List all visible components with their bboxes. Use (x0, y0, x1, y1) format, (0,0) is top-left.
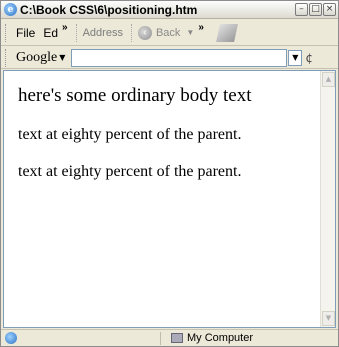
toolbar-grip[interactable] (5, 48, 8, 67)
toolbar-overflow-chevron-icon[interactable]: » (198, 22, 204, 33)
window-title: C:\Book CSS\6\positioning.htm (20, 2, 198, 17)
page-body: here's some ordinary body text text at e… (4, 71, 320, 327)
back-arrow-icon[interactable]: ‹ (137, 25, 152, 40)
menu-file[interactable]: File (16, 26, 35, 40)
ie-icon: e (4, 3, 17, 16)
google-search-input[interactable] (71, 48, 288, 67)
security-zone: My Computer (171, 332, 253, 344)
scroll-down-icon[interactable]: ▼ (322, 311, 335, 326)
page-viewport: here's some ordinary body text text at e… (3, 70, 336, 328)
google-menu-button[interactable]: Google (16, 50, 57, 66)
toolbar-separator (130, 23, 132, 42)
scroll-up-icon[interactable]: ▲ (322, 72, 335, 87)
close-button[interactable]: × (323, 3, 336, 16)
menu-edit[interactable]: Ed (43, 26, 58, 40)
search-history-dropdown-icon[interactable]: ▼ (288, 49, 303, 66)
google-toolbar: Google ▼ ▼ ¢ (1, 47, 338, 69)
search-go-icon[interactable]: ¢ (305, 51, 313, 65)
eighty-percent-text: text at eighty percent of the parent. (18, 163, 242, 180)
back-dropdown-icon[interactable]: ▼ (186, 28, 194, 37)
toolbar-separator (75, 23, 77, 42)
title-bar[interactable]: e C:\Book CSS\6\positioning.htm – □ × (1, 1, 338, 19)
status-bar: My Computer (1, 329, 338, 346)
status-separator (160, 331, 161, 345)
address-label[interactable]: Address (83, 27, 123, 39)
zone-label: My Computer (187, 332, 254, 344)
toolbar-grip[interactable] (5, 23, 8, 42)
browser-window: e C:\Book CSS\6\positioning.htm – □ × Fi… (0, 0, 339, 347)
eighty-percent-text: text at eighty percent of the parent. (18, 126, 242, 143)
back-button[interactable]: Back (156, 27, 180, 39)
windows-flag-icon (215, 23, 238, 42)
computer-icon (171, 333, 183, 343)
body-text-line: here's some ordinary body text (18, 85, 252, 106)
google-dropdown-icon[interactable]: ▼ (59, 53, 65, 62)
maximize-button[interactable]: □ (309, 3, 322, 16)
menu-overflow-chevron-icon[interactable]: » (62, 22, 68, 33)
vertical-scrollbar[interactable]: ▲ ▼ (320, 71, 335, 327)
window-controls: – □ × (295, 3, 336, 16)
menu-toolbar-row: File Ed » Address ‹ Back ▼ » (1, 20, 338, 46)
minimize-button[interactable]: – (295, 3, 308, 16)
page-status-icon (5, 332, 17, 344)
